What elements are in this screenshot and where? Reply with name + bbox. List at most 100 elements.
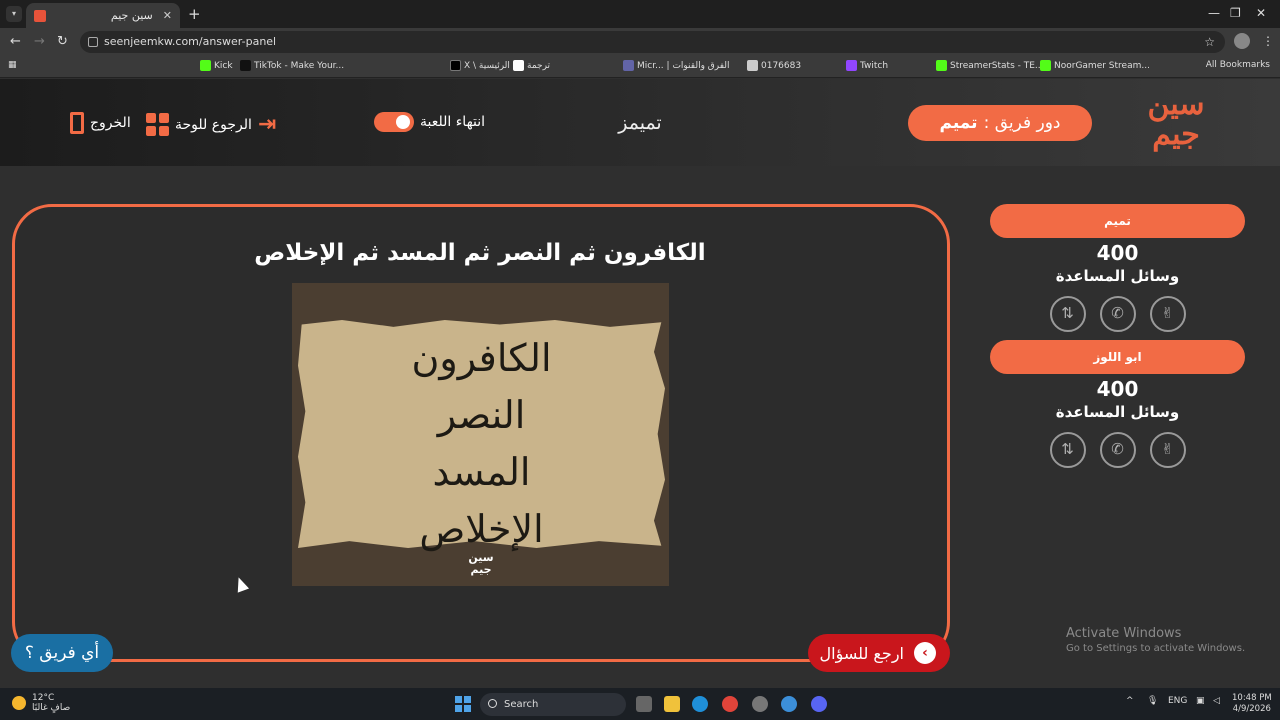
weather-widget[interactable]: 12°C صافٍ غالبًا [12,693,70,713]
bookmark-streamerstats[interactable]: StreamerStats - TE... [936,60,1044,71]
peace-hand-icon[interactable]: ✌ [1149,296,1186,332]
parchment-line: الكافرون [411,336,552,380]
swap-icon[interactable]: ⇅ [1049,296,1086,332]
bookmark-star-icon[interactable]: ☆ [1204,31,1215,53]
weather-condition: صافٍ غالبًا [32,703,71,713]
team-card: ابو اللوز 400 وسائل المساعدة ⇅ ✆ ✌ [990,340,1245,468]
help-tools-row: ⇅ ✆ ✌ [990,296,1245,332]
volume-icon[interactable]: ◁ [1213,696,1220,706]
address-bar-row: ← → ↻ seenjeemkw.com/answer-panel ☆ ⋮ [0,28,1280,56]
weather-moon-icon [12,696,26,710]
bookmark-file[interactable]: 0176683 [747,60,801,71]
turn-prefix: دور فريق : [983,113,1061,133]
clock-time: 10:48 PM [1232,693,1272,703]
team-name-pill[interactable]: تميم [990,204,1245,238]
parchment-line: النصر [437,393,526,437]
end-game-control[interactable]: انتهاء اللعبة [374,112,485,132]
which-team-button[interactable]: أي فريق ؟ [11,634,113,672]
exit-label: الخروج [90,115,131,131]
activate-windows-watermark: Activate Windows Go to Settings to activ… [1066,626,1245,654]
search-label: Search [504,699,539,710]
bookmark-noorgamer[interactable]: NoorGamer Stream... [1040,60,1150,71]
teams-icon [623,60,634,71]
discord-icon[interactable] [811,696,827,712]
url-field[interactable]: seenjeemkw.com/answer-panel ☆ [80,31,1225,53]
activate-subtitle: Go to Settings to activate Windows. [1066,643,1246,654]
windows-taskbar: 12°C صافٍ غالبًا Search ^ 🎙 ENG ▣ ◁ 10:4… [0,688,1280,720]
chevron-left-icon: ‹ [914,642,936,664]
bookmark-kick[interactable]: Kick [200,60,233,71]
reload-icon[interactable]: ↻ [57,34,68,49]
exit-button[interactable]: الخروج [70,112,131,134]
close-tab-icon[interactable]: ✕ [163,9,172,22]
app-icon[interactable] [781,696,797,712]
taskbar-clock[interactable]: 10:48 PM 4/9/2026 [1232,693,1272,715]
team-name-pill[interactable]: ابو اللوز [990,340,1245,374]
task-view-icon[interactable] [636,696,652,712]
language-indicator[interactable]: ENG [1168,696,1187,706]
bookmark-twitch[interactable]: Twitch [846,60,888,71]
x-icon [450,60,461,71]
bookmark-tiktok[interactable]: TikTok - Make Your... [240,60,344,71]
profile-avatar[interactable] [1234,33,1250,49]
temperature: 12°C [32,693,55,703]
end-game-toggle[interactable] [374,112,414,132]
bookmark-translate[interactable]: ترجمة [513,60,550,71]
parchment-line: الإخلاص [419,507,544,551]
site-info-icon[interactable] [88,37,98,47]
bookmark-teams[interactable]: Micr... | الفرق والقنوات [623,60,730,71]
browser-tab[interactable]: سين جيم ✕ [26,3,180,28]
current-turn-badge: دور فريق : تميم [908,105,1092,141]
browser-menu-icon[interactable]: ⋮ [1262,34,1274,48]
microphone-icon[interactable]: 🎙 [1147,696,1158,706]
help-tools-label: وسائل المساعدة [1055,403,1180,421]
apps-grid-icon[interactable]: ▦ [8,60,17,70]
back-to-question-button[interactable]: ارجع للسؤال ‹ [808,634,950,672]
back-to-board-label: الرجوع للوحة [175,116,252,133]
new-tab-icon[interactable]: + [188,5,201,23]
windows-start-icon[interactable] [455,696,471,712]
all-bookmarks[interactable]: All Bookmarks [1206,60,1270,70]
back-to-question-label: ارجع للسؤال [819,643,904,663]
phone-call-icon[interactable]: ✆ [1099,432,1136,468]
network-icon[interactable]: ▣ [1196,696,1205,706]
back-to-board-button[interactable]: الرجوع للوحة ⇥ [146,112,276,137]
bookmark-x[interactable]: X \ الرئيسية [450,60,510,71]
chrome-icon[interactable] [722,696,738,712]
swap-icon[interactable]: ⇅ [1049,432,1086,468]
team-score: 400 [1096,241,1139,265]
help-tools-row: ⇅ ✆ ✌ [990,432,1245,468]
restore-icon[interactable]: ❐ [1230,6,1241,20]
file-icon [747,60,758,71]
question-title: تميمز [618,112,662,134]
board-grid-icon [146,113,169,136]
tab-search-button[interactable]: ▾ [6,6,22,22]
browser-tab-bar: ▾ سين جيم ✕ + — ❐ ✕ [0,0,1280,28]
window-close-icon[interactable]: ✕ [1256,6,1266,20]
minimize-icon[interactable]: — [1208,6,1220,20]
search-icon [488,699,497,708]
phone-call-icon[interactable]: ✆ [1099,296,1136,332]
arrow-right-icon: ⇥ [257,112,277,137]
forward-icon[interactable]: → [34,34,45,49]
kick-icon [1040,60,1051,71]
app-logo[interactable]: سين جيم [1140,90,1212,154]
tab-title: سين جيم [110,9,153,22]
team-card: تميم 400 وسائل المساعدة ⇅ ✆ ✌ [990,204,1245,332]
tray-chevron-icon[interactable]: ^ [1126,696,1134,706]
stats-icon [936,60,947,71]
back-icon[interactable]: ← [10,34,21,49]
peace-hand-icon[interactable]: ✌ [1149,432,1186,468]
kick-icon [200,60,211,71]
app-icon[interactable] [752,696,768,712]
parchment-text: الكافرون النصر المسد الإخلاص [298,330,665,558]
end-game-label: انتهاء اللعبة [420,114,486,130]
taskbar-search[interactable]: Search [480,693,626,716]
site-favicon-icon [34,9,46,22]
activate-title: Activate Windows [1066,626,1182,641]
team-score: 400 [1096,377,1139,401]
url-text: seenjeemkw.com/answer-panel [104,35,277,48]
clock-date: 4/9/2026 [1232,704,1271,714]
edge-icon[interactable] [692,696,708,712]
file-explorer-icon[interactable] [664,696,680,712]
